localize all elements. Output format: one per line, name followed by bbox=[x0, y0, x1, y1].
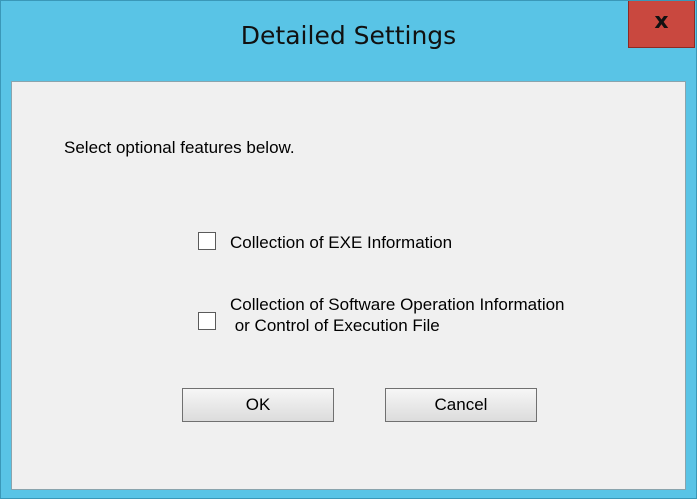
exe-information-label[interactable]: Collection of EXE Information bbox=[230, 232, 452, 253]
close-button[interactable]: x bbox=[628, 1, 695, 48]
dialog-window: Detailed Settings x Select optional feat… bbox=[0, 0, 697, 499]
close-icon: x bbox=[654, 9, 669, 34]
option-software-operation[interactable]: Collection of Software Operation Informa… bbox=[198, 294, 565, 336]
software-operation-label[interactable]: Collection of Software Operation Informa… bbox=[230, 294, 565, 336]
cancel-button[interactable]: Cancel bbox=[385, 388, 537, 422]
intro-text: Select optional features below. bbox=[64, 138, 295, 157]
dialog-body: Select optional features below. Collecti… bbox=[11, 81, 686, 490]
window-title: Detailed Settings bbox=[240, 21, 457, 50]
option-exe-information[interactable]: Collection of EXE Information bbox=[198, 232, 452, 253]
ok-button[interactable]: OK bbox=[182, 388, 334, 422]
exe-information-checkbox[interactable] bbox=[198, 232, 216, 250]
title-bar[interactable]: Detailed Settings x bbox=[1, 1, 696, 81]
software-operation-checkbox[interactable] bbox=[198, 312, 216, 330]
